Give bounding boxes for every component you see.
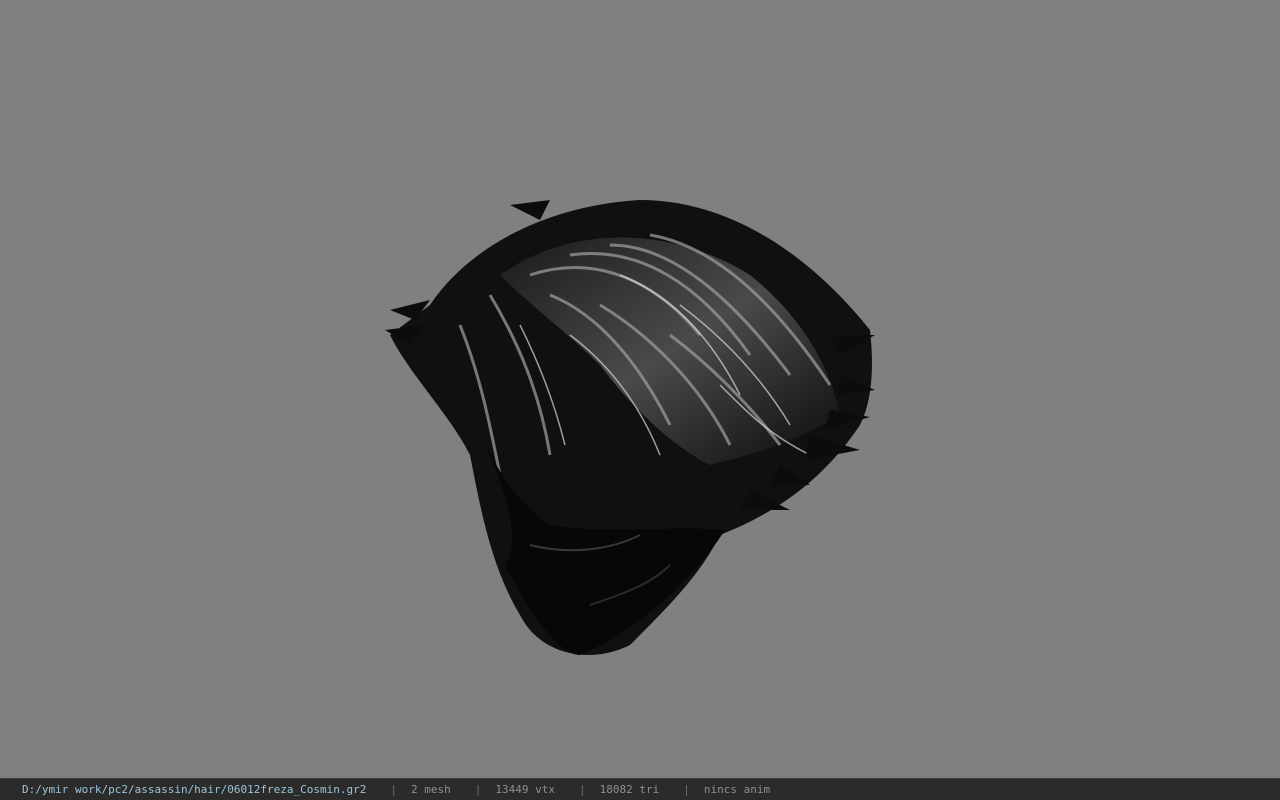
separator: | [474, 783, 482, 796]
triangle-count: 18082 tri [599, 783, 660, 796]
animation-status: nincs anim [703, 783, 771, 796]
mesh-count: 2 mesh [411, 783, 451, 796]
separator: | [683, 783, 690, 796]
vertex-count: 13449 vtx [495, 783, 555, 796]
file-path: D:/ymir work/pc2/assassin/hair/06012frez… [22, 783, 367, 796]
separator: | [578, 783, 586, 796]
3d-viewport[interactable] [0, 0, 1280, 778]
separator: | [390, 783, 397, 796]
status-bar: D:/ymir work/pc2/assassin/hair/06012frez… [0, 778, 1280, 800]
hair-model-render[interactable] [370, 185, 890, 675]
